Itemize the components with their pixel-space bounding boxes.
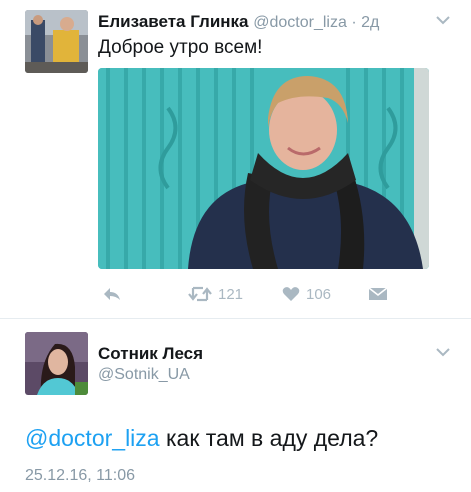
author-handle[interactable]: @doctor_liza [253,14,347,31]
tweet-time[interactable]: 2д [361,14,379,31]
tweet-text: Доброе утро всем! [98,37,263,58]
reply-body: как там в аду дела? [159,425,379,451]
retweet-count: 121 [218,285,244,303]
like-button[interactable]: 106 [282,283,331,305]
tweet-header: Елизавета Глинка @doctor_liza · 2д [98,12,379,32]
dm-envelope-icon [368,287,388,300]
chevron-down-icon[interactable] [435,14,451,26]
tweet-actions: 121 106 [98,283,429,305]
retweet-icon [188,286,212,302]
tweet-original: Елизавета Глинка @doctor_liza · 2д Добро… [0,0,471,318]
reply-author-handle[interactable]: @Sotnik_UA [98,366,190,384]
reply-timestamp: 25.12.16, 11:06 [25,467,136,484]
reply-button[interactable] [102,283,122,305]
reply-author-name[interactable]: Сотник Леся [98,344,203,364]
dm-button[interactable] [368,283,388,305]
time-separator: · [346,14,362,31]
reply-icon [104,288,120,300]
avatar-reply-author[interactable] [25,332,88,395]
divider [0,318,471,319]
chevron-down-icon[interactable] [435,346,451,358]
mention-link[interactable]: @doctor_liza [25,425,160,451]
heart-icon [282,287,300,301]
like-count: 106 [306,285,332,303]
author-name[interactable]: Елизавета Глинка [98,12,249,31]
avatar-author[interactable] [25,10,88,73]
tweet-photo[interactable] [98,68,429,269]
retweet-button[interactable]: 121 [188,283,243,305]
reply-text: @doctor_liza как там в аду дела? [25,425,378,452]
